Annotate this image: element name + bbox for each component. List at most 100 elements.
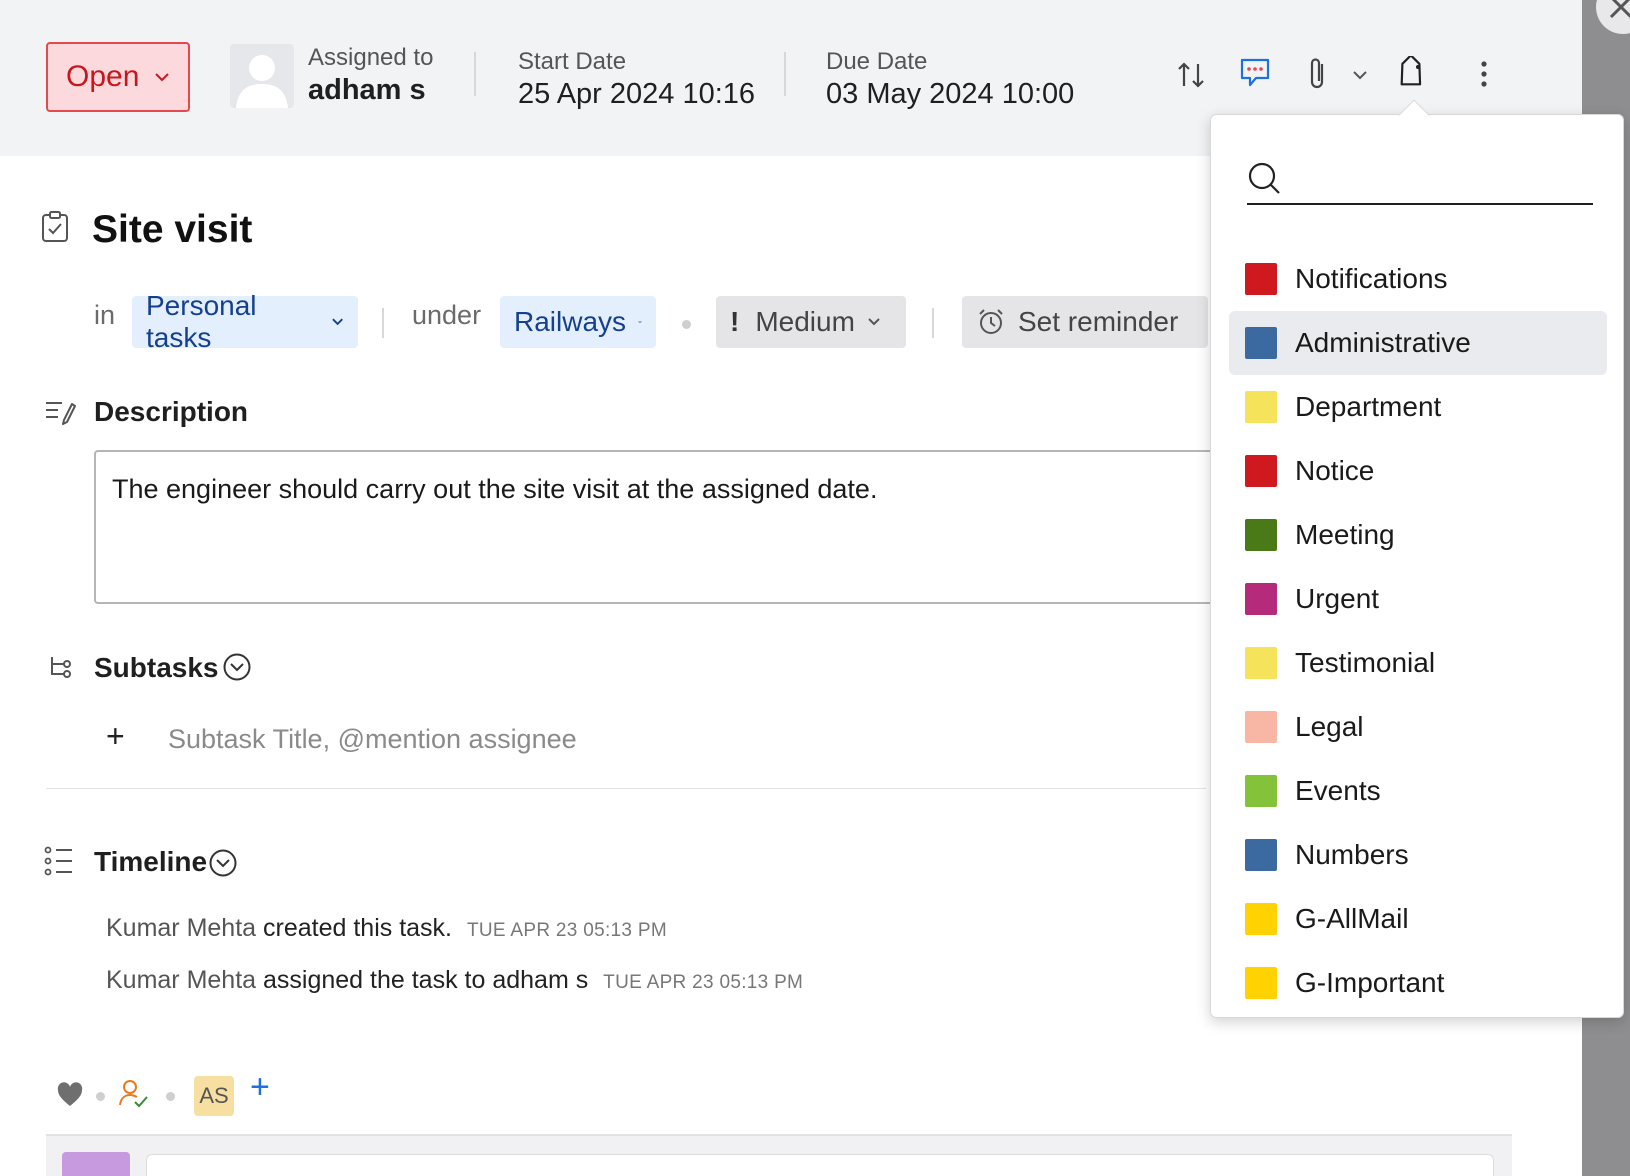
tag-label: G-Important: [1295, 967, 1445, 998]
add-follower-icon[interactable]: +: [250, 1068, 270, 1107]
tag-label: Notifications: [1295, 263, 1448, 294]
tag-color-swatch: [1245, 711, 1277, 743]
status-dropdown[interactable]: Open: [46, 42, 190, 112]
tag-label: Testimonial: [1295, 647, 1436, 678]
chevron-down-icon: [868, 318, 880, 326]
subtask-icon: [51, 657, 71, 678]
user-silhouette-icon: [236, 55, 288, 108]
tag-list: Notifications Administrative Department Not…: [1229, 247, 1607, 1015]
in-label: in: [94, 300, 116, 330]
add-subtask-icon[interactable]: +: [106, 718, 125, 755]
chevron-down-icon[interactable]: [1352, 70, 1368, 80]
tag-color-swatch: [1245, 263, 1277, 295]
timeline-icon: [44, 846, 72, 876]
like-heart-icon[interactable]: [56, 1082, 84, 1108]
timeline-time: TUE APR 23 05:13 PM: [466, 920, 667, 941]
chevron-circle-down-icon[interactable]: [208, 848, 238, 878]
list-dropdown[interactable]: Personal tasks: [132, 290, 358, 353]
project-name: Railways: [514, 306, 627, 337]
meta-dot: [682, 320, 691, 329]
tag-label: Numbers: [1295, 839, 1409, 870]
tags-dropdown: Notifications Administrative Department Not…: [1210, 114, 1624, 1018]
start-date-value[interactable]: 25 Apr 2024 10:16: [518, 78, 755, 111]
subtask-input[interactable]: Subtask Title, @mention assignee: [168, 724, 577, 755]
attachment-icon[interactable]: [1308, 56, 1328, 92]
header-divider: [474, 52, 476, 96]
timeline-heading: Timeline: [94, 846, 208, 877]
assigned-label: Assigned to: [308, 44, 434, 71]
footer-dot: [166, 1092, 175, 1101]
search-icon: [1248, 162, 1280, 194]
footer-dot: [96, 1092, 105, 1101]
follower-icon[interactable]: [118, 1078, 150, 1110]
tag-option[interactable]: Events: [1229, 759, 1607, 823]
due-date-label: Due Date: [826, 48, 928, 75]
timeline-entry: Kumar Mehta created this task. TUE APR 2…: [106, 914, 667, 943]
tag-option[interactable]: Testimonial: [1229, 631, 1607, 695]
tag-color-swatch: [1245, 647, 1277, 679]
timeline-time: TUE APR 23 05:13 PM: [603, 972, 804, 993]
tag-color-swatch: [1245, 839, 1277, 871]
section-divider: [46, 788, 1206, 789]
set-reminder-button[interactable]: Set reminder: [962, 296, 1208, 348]
more-options-icon[interactable]: [1480, 60, 1488, 88]
status-label: Open: [66, 60, 140, 93]
timeline-action: assigned the task to adham s: [263, 966, 589, 994]
close-icon: [1609, 0, 1630, 19]
tag-label: Events: [1295, 775, 1381, 806]
tag-label: Notice: [1295, 455, 1375, 486]
meta-separator: [382, 308, 384, 338]
description-field[interactable]: The engineer should carry out the site v…: [94, 450, 1334, 604]
subtasks-heading: Subtasks: [94, 652, 219, 683]
timeline-actor[interactable]: Kumar Mehta: [106, 914, 256, 942]
tag-option[interactable]: Legal: [1229, 695, 1607, 759]
timeline-action: created this task.: [263, 914, 452, 942]
convert-icon[interactable]: [1176, 58, 1206, 92]
chevron-down-icon: [155, 73, 170, 82]
description-icon: [46, 402, 76, 425]
task-checkbox-icon: [42, 211, 68, 242]
tag-color-swatch: [1245, 583, 1277, 615]
comment-input[interactable]: [146, 1154, 1494, 1176]
tag-icon[interactable]: [1396, 56, 1430, 90]
tag-option[interactable]: Notice: [1229, 439, 1607, 503]
tag-color-swatch: [1245, 519, 1277, 551]
tag-option[interactable]: G-AllMail: [1229, 887, 1607, 951]
tag-color-swatch: [1245, 775, 1277, 807]
tag-option[interactable]: Department: [1229, 375, 1607, 439]
tag-color-swatch: [1245, 391, 1277, 423]
priority-dropdown[interactable]: ! Medium: [716, 296, 906, 348]
under-label: under: [412, 300, 482, 330]
tag-option[interactable]: Notifications: [1229, 247, 1607, 311]
user-initials-badge[interactable]: AS: [194, 1076, 234, 1116]
commenter-avatar: [62, 1152, 130, 1176]
tag-option[interactable]: G-Important: [1229, 951, 1607, 1015]
priority-icon: !: [730, 306, 740, 337]
tag-color-swatch: [1245, 967, 1277, 999]
tag-label: Administrative: [1295, 327, 1471, 358]
priority-label: Medium: [755, 306, 855, 337]
chevron-circle-down-icon[interactable]: [222, 652, 252, 682]
alarm-clock-icon: [979, 309, 1003, 334]
header-divider: [784, 52, 786, 96]
tag-option[interactable]: Meeting: [1229, 503, 1607, 567]
tag-label: Urgent: [1295, 583, 1380, 614]
assignee-avatar[interactable]: [230, 44, 294, 108]
tag-search-field[interactable]: [1247, 159, 1593, 205]
tag-label: Meeting: [1295, 519, 1395, 550]
tag-label: Department: [1295, 391, 1442, 422]
tag-option[interactable]: Numbers: [1229, 823, 1607, 887]
comment-icon[interactable]: [1238, 56, 1272, 90]
task-title[interactable]: Site visit: [92, 208, 252, 252]
assignee-name[interactable]: adham s: [308, 74, 426, 107]
tag-option[interactable]: Administrative: [1229, 311, 1607, 375]
project-dropdown[interactable]: Railways: [500, 296, 656, 348]
task-detail-panel: Open Assigned to adham s Start Date 25 A…: [0, 0, 1624, 1176]
tag-label: G-AllMail: [1295, 903, 1409, 934]
due-date-value[interactable]: 03 May 2024 10:00: [826, 78, 1074, 111]
timeline-actor[interactable]: Kumar Mehta: [106, 966, 256, 994]
tag-option[interactable]: Urgent: [1229, 567, 1607, 631]
tag-color-swatch: [1245, 455, 1277, 487]
meta-separator: [932, 308, 934, 338]
tag-color-swatch: [1245, 327, 1277, 359]
